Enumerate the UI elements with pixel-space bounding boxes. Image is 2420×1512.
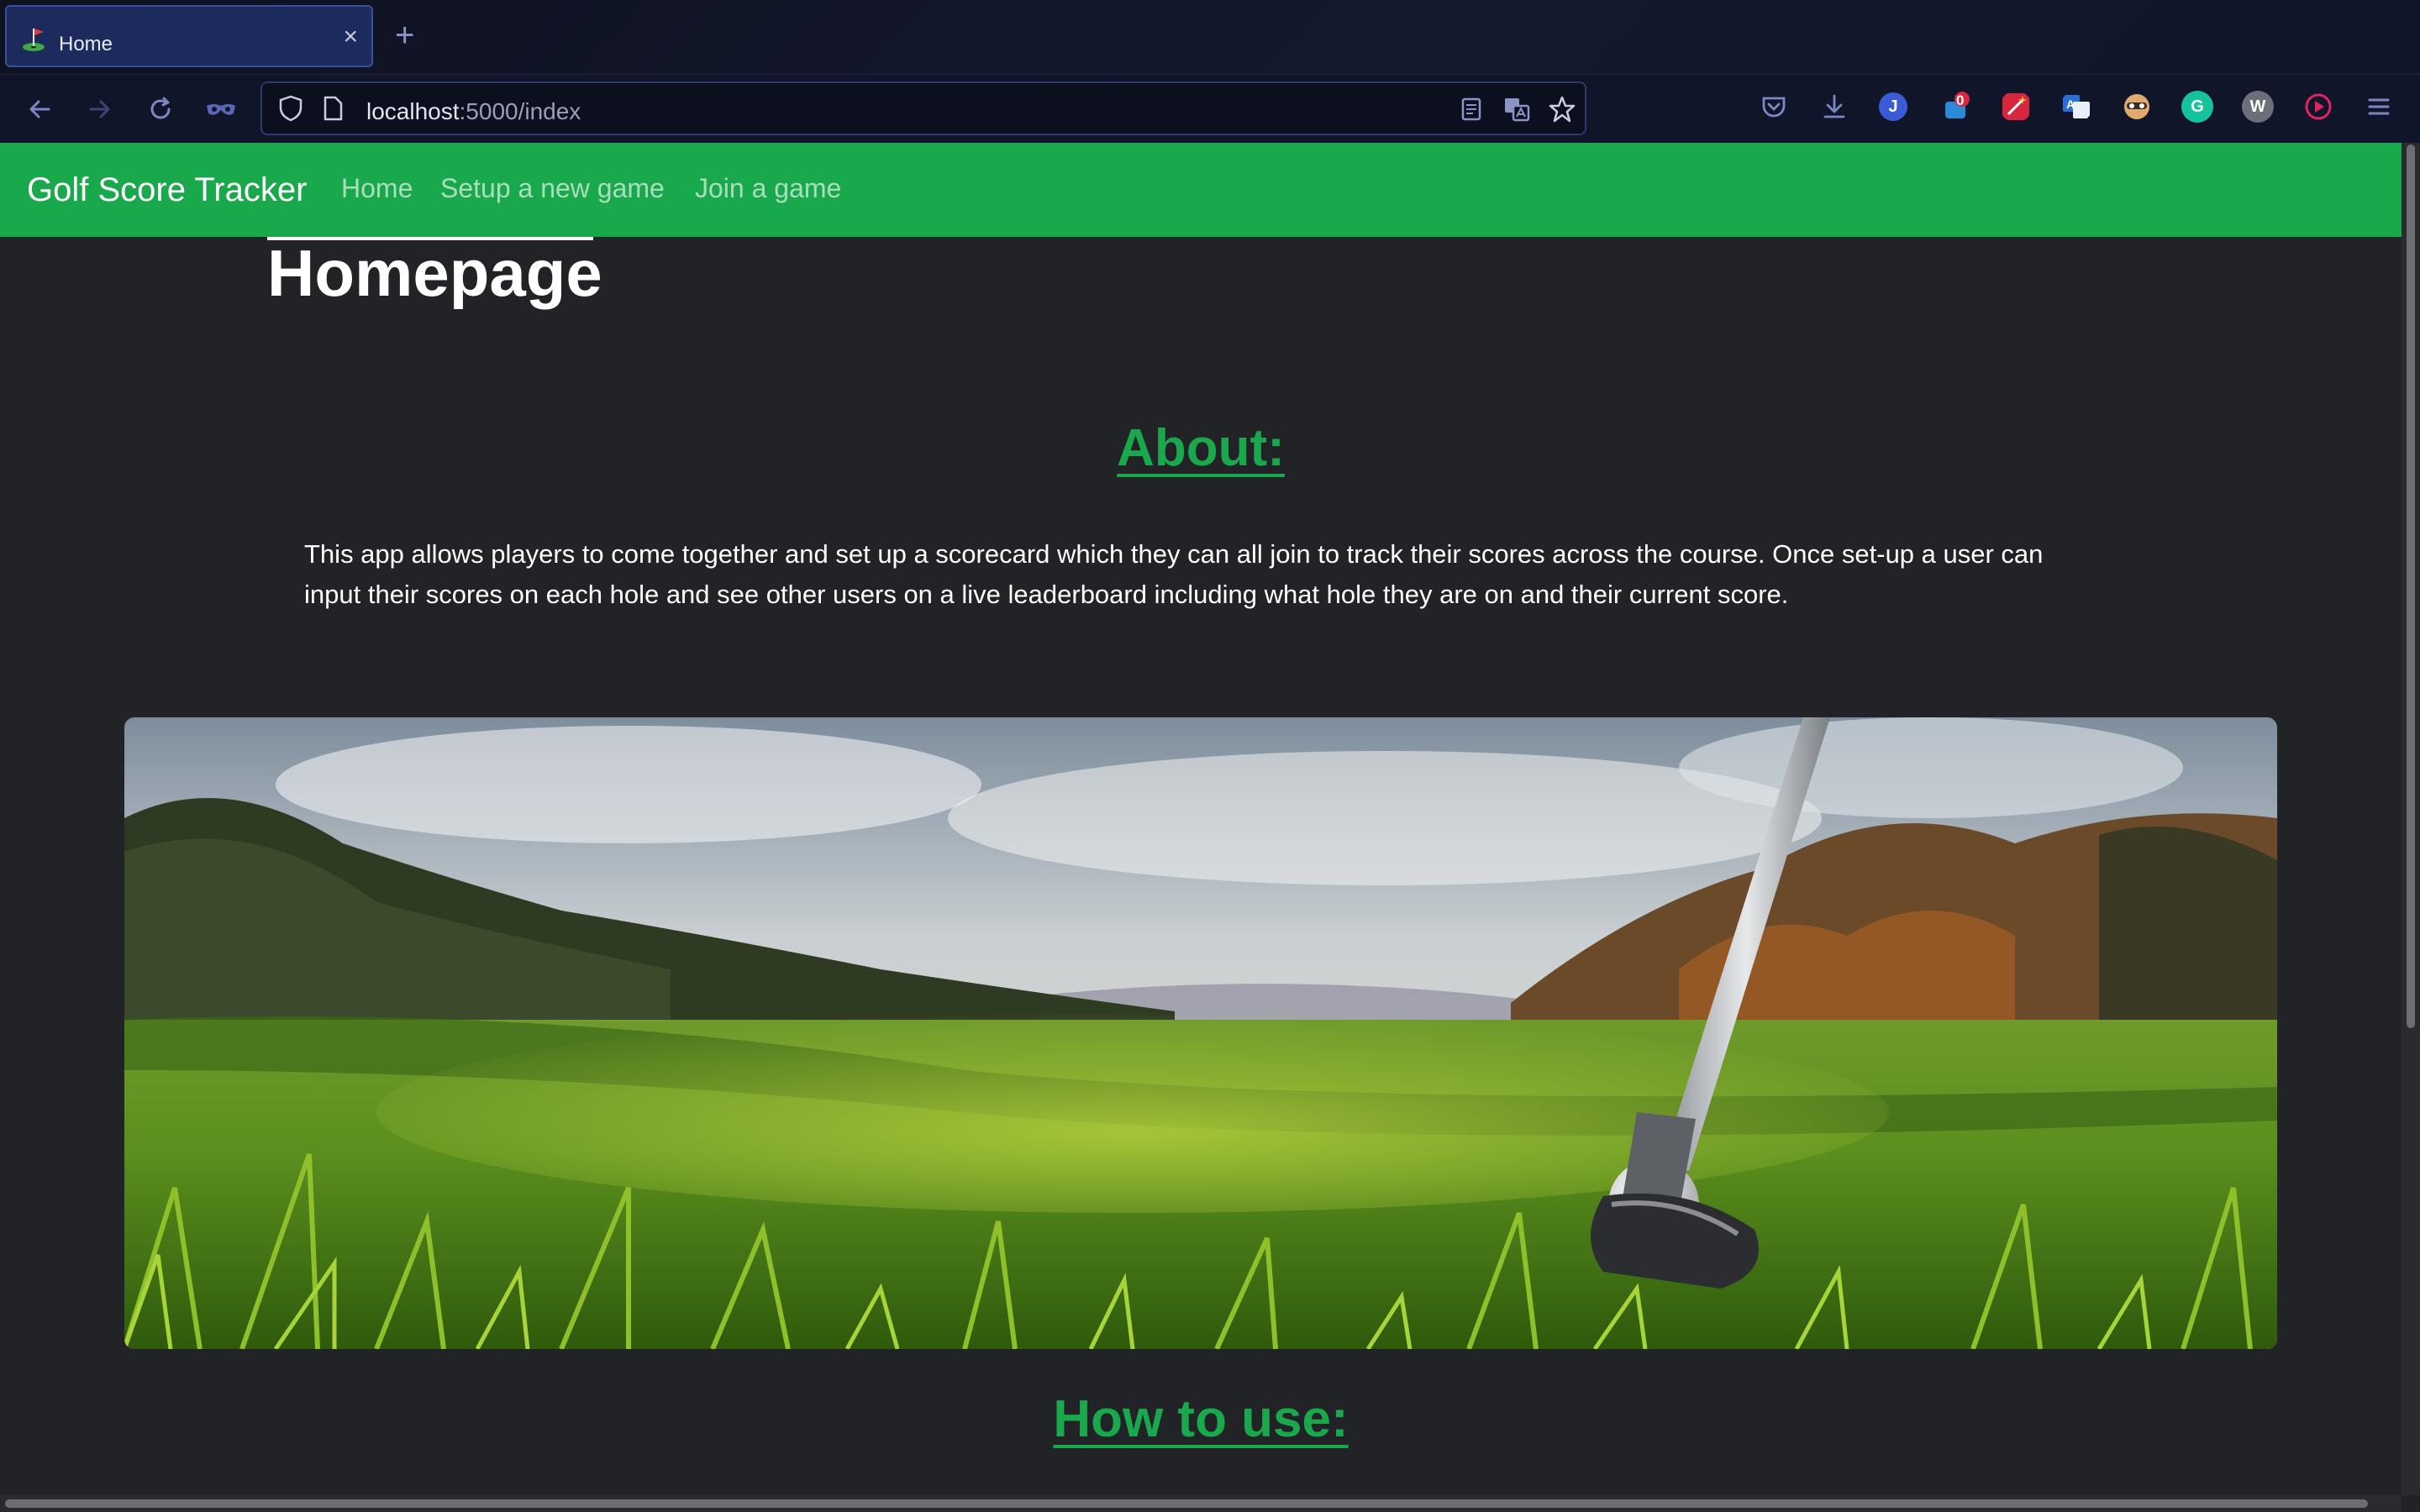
how-to-use-heading: How to use: xyxy=(1053,1390,1349,1448)
tab-title: Home xyxy=(59,33,113,55)
vertical-scrollbar[interactable] xyxy=(2402,143,2420,1495)
mask-extension-icon[interactable] xyxy=(2121,91,2153,123)
private-mask-icon[interactable] xyxy=(203,92,239,127)
reader-view-icon[interactable] xyxy=(1455,93,1487,125)
golf-course-hero-image xyxy=(124,717,2277,1349)
svg-text:A: A xyxy=(2066,97,2075,111)
w-extension-icon[interactable]: W xyxy=(2242,91,2274,123)
browser-tab[interactable]: Home × xyxy=(5,5,373,67)
forward-arrow-icon[interactable] xyxy=(82,92,118,127)
notifications-icon[interactable]: 0 xyxy=(1939,91,1971,123)
nav-link-join-game[interactable]: Join a game xyxy=(695,173,841,204)
reload-icon[interactable] xyxy=(143,92,178,127)
downloads-icon[interactable] xyxy=(1818,91,1850,123)
tracking-shield-icon[interactable] xyxy=(276,93,306,123)
menu-hamburger-icon[interactable] xyxy=(2363,91,2395,123)
page-title: Homepage xyxy=(267,236,602,310)
bookmark-star-icon[interactable] xyxy=(1546,93,1578,125)
pocket-icon[interactable] xyxy=(1758,91,1790,123)
close-tab-icon[interactable]: × xyxy=(343,24,358,50)
url-host: localhost xyxy=(366,98,460,124)
play-extension-icon[interactable] xyxy=(2302,91,2334,123)
notification-bell-icon xyxy=(1945,92,1970,118)
profile-j-icon[interactable]: J xyxy=(1879,92,1907,121)
url-path: :5000/index xyxy=(459,98,581,124)
about-heading: About: xyxy=(1117,419,1285,477)
translate-extension-icon[interactable]: A xyxy=(2060,91,2092,123)
site-navbar: Golf Score Tracker Home Setup a new game… xyxy=(0,143,2402,237)
magic-wand-extension-icon[interactable] xyxy=(2000,91,2032,123)
site-brand[interactable]: Golf Score Tracker xyxy=(27,171,307,209)
horizontal-scrollbar-thumb[interactable] xyxy=(5,1499,2368,1508)
browser-toolbar: localhost:5000/index xyxy=(0,74,2420,143)
browser-tab-strip: Home × + xyxy=(0,0,2420,74)
page-info-icon[interactable] xyxy=(321,95,345,122)
url-text[interactable]: localhost:5000/index xyxy=(366,98,581,125)
back-arrow-icon[interactable] xyxy=(22,92,57,127)
horizontal-scrollbar[interactable] xyxy=(0,1495,2402,1512)
nav-link-home[interactable]: Home xyxy=(341,173,413,204)
grammarly-icon[interactable]: G xyxy=(2181,91,2213,123)
nav-link-setup-new-game[interactable]: Setup a new game xyxy=(440,173,665,204)
vertical-scrollbar-thumb[interactable] xyxy=(2407,144,2415,1028)
notification-count: 0 xyxy=(1956,92,1965,108)
translate-page-icon[interactable] xyxy=(1501,93,1533,125)
golf-flag-favicon-icon xyxy=(23,29,45,51)
address-bar[interactable]: localhost:5000/index xyxy=(260,81,1586,135)
new-tab-icon[interactable]: + xyxy=(395,17,414,54)
about-text: This app allows players to come together… xyxy=(304,539,2044,609)
